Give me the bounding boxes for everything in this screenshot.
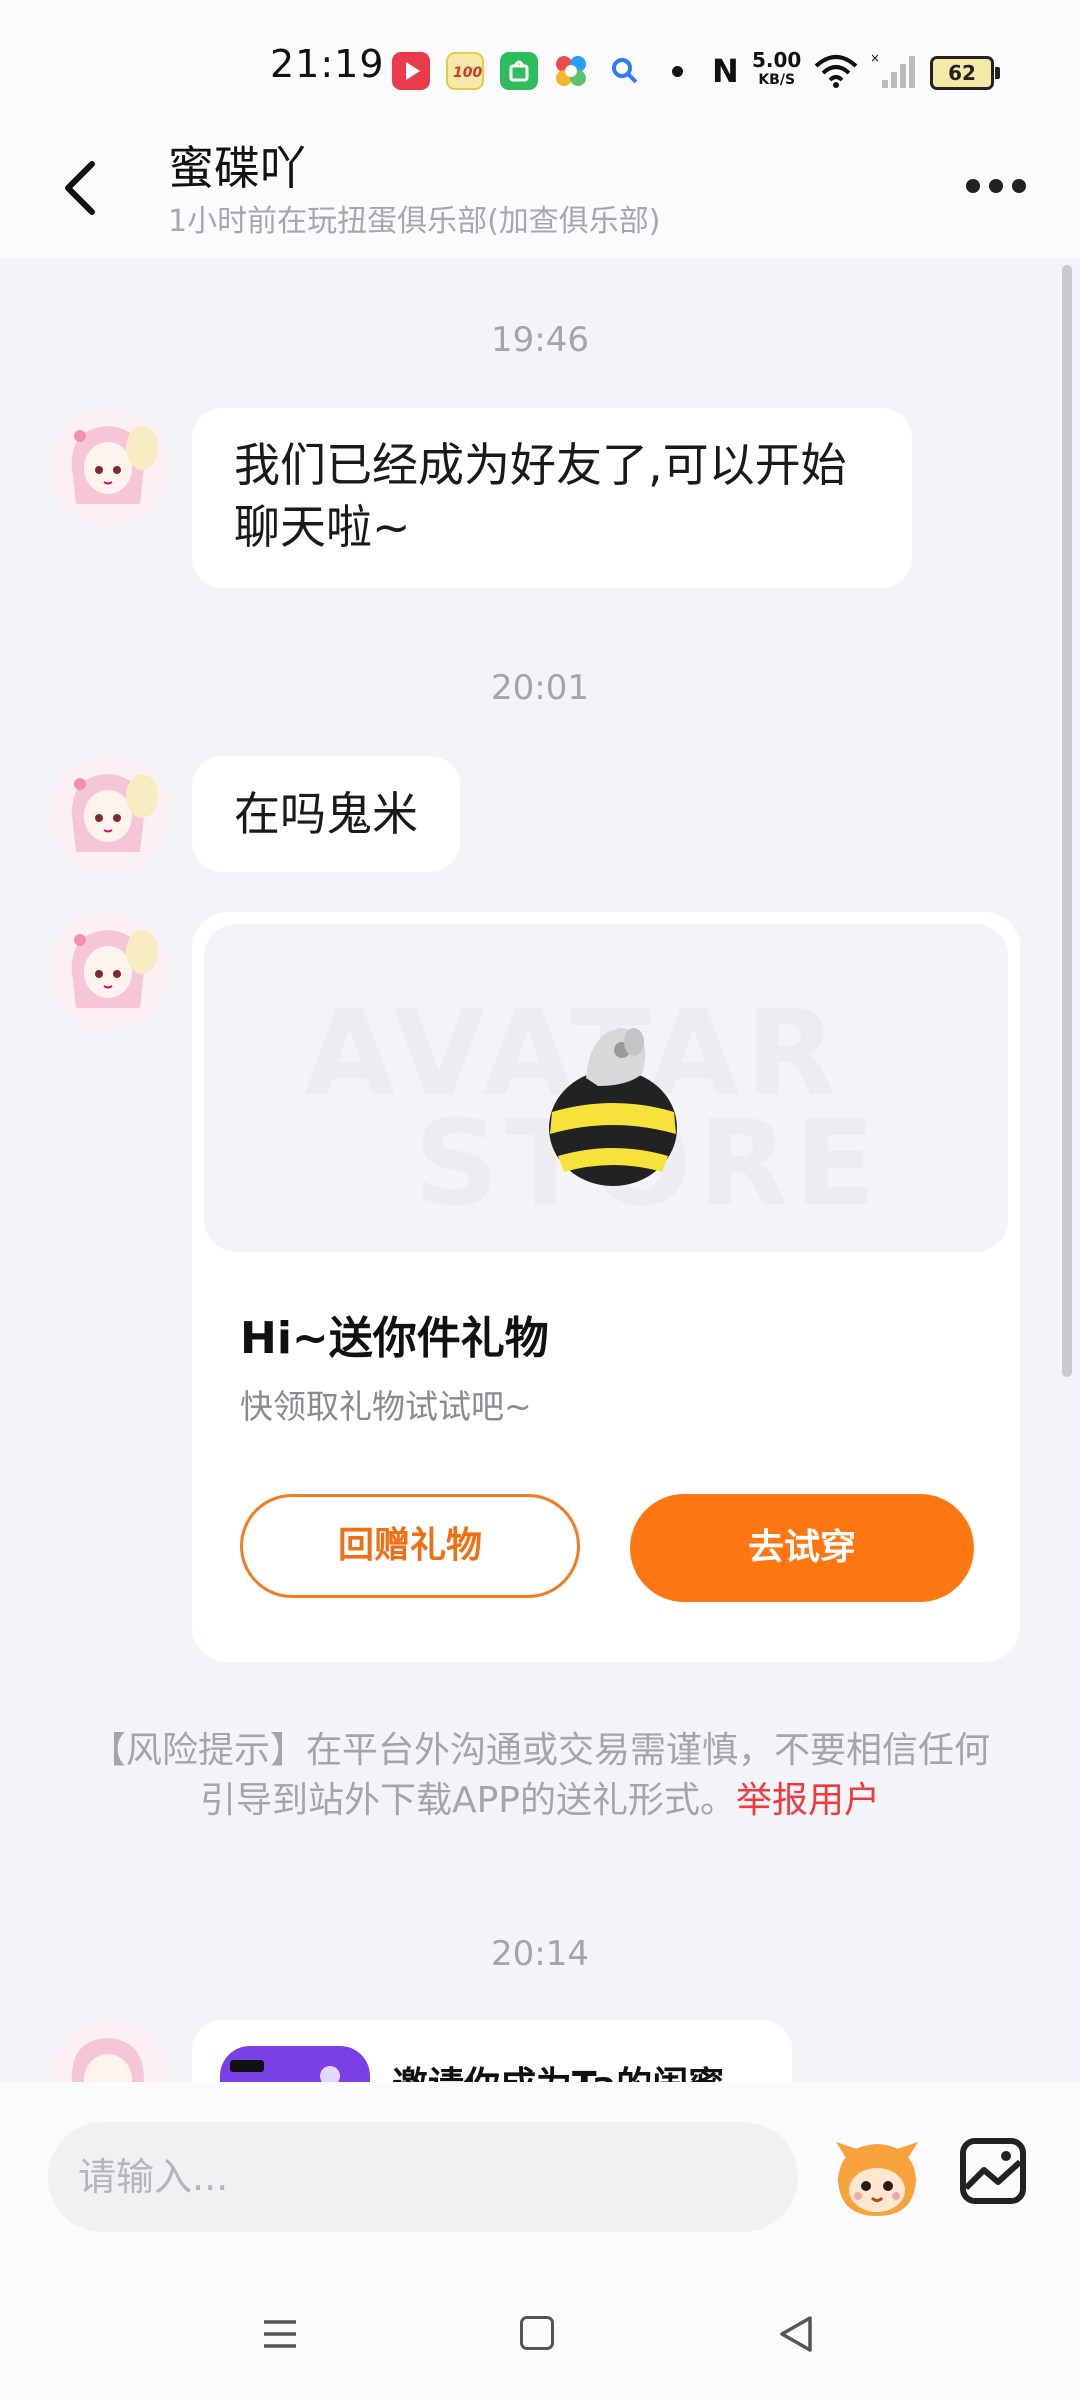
network-speed-value: 5.00 (752, 48, 802, 72)
score-app-icon: 100 (446, 52, 484, 90)
dot-icon (1012, 179, 1026, 193)
message-text-line: 我们已经成为好友了,可以开始 (234, 438, 847, 492)
nav-back-icon[interactable] (776, 2314, 816, 2354)
status-time: 21:19 (270, 42, 385, 86)
recent-apps-icon[interactable] (262, 2316, 298, 2352)
risk-warning-text: 引导到站外下载APP的送礼形式。 (199, 1780, 737, 1821)
report-user-link[interactable]: 举报用户 (736, 1780, 880, 1821)
invite-card[interactable]: 邀请你成为Ta的闺蜜 (192, 2020, 792, 2082)
gift-image[interactable]: AVATAR STORE (204, 924, 1008, 1252)
battery-icon: 62 (930, 56, 1000, 90)
network-speed: 5.00 KB/S (752, 50, 801, 90)
contact-name: 蜜碟吖 (168, 141, 306, 195)
dot-icon (989, 179, 1003, 193)
gift-card[interactable]: AVATAR STORE Hi~送你件礼物 快领取礼物试试吧~ 回赠礼物 去试穿 (192, 912, 1020, 1662)
browser-app-icon (552, 52, 590, 90)
message-input[interactable]: 请输入... (48, 2122, 798, 2232)
try-on-button[interactable]: 去试穿 (630, 1494, 974, 1602)
back-arrow-icon[interactable] (58, 158, 102, 218)
shop-app-icon (500, 52, 538, 90)
return-gift-button[interactable]: 回赠礼物 (240, 1494, 580, 1598)
message-text: 在吗鬼米 (234, 787, 418, 841)
video-app-icon (392, 52, 430, 90)
gift-card-title: Hi~送你件礼物 (240, 1313, 549, 1364)
timestamp: 20:14 (491, 1934, 589, 1974)
timestamp: 19:46 (491, 320, 589, 360)
chat-area[interactable]: 19:46 我们已经成为好友了,可以开始 聊天啦~ 20:01 在吗鬼米 AVA… (0, 258, 1080, 2082)
scrollbar[interactable] (1062, 265, 1072, 1377)
avatar[interactable] (50, 912, 168, 1030)
image-picker-icon[interactable] (958, 2136, 1028, 2206)
avatar[interactable] (50, 756, 168, 874)
network-speed-unit: KB/S (758, 72, 796, 88)
avatar[interactable] (50, 2020, 168, 2082)
signal-icon: × (870, 52, 915, 88)
message-bubble[interactable]: 在吗鬼米 (192, 756, 460, 872)
invite-text: 邀请你成为Ta的闺蜜 (392, 2056, 724, 2082)
gift-card-subtitle: 快领取礼物试试吧~ (240, 1387, 532, 1426)
risk-warning-line2: 引导到站外下载APP的送礼形式。举报用户 (60, 1776, 1020, 1826)
bee-plush-icon (549, 1028, 677, 1186)
notification-dot-icon (672, 66, 683, 77)
svg-text:×: × (870, 52, 880, 65)
more-options-button[interactable] (966, 168, 1026, 204)
risk-warning-line: 【风险提示】在平台外沟通或交易需谨慎，不要相信任何 (89, 1730, 990, 1771)
nfc-icon: N (712, 52, 739, 90)
message-text-line: 聊天啦~ (234, 500, 411, 554)
avatar[interactable] (50, 408, 168, 526)
emoji-sticker-icon[interactable] (830, 2136, 924, 2220)
svg-text:100: 100 (453, 65, 482, 81)
timestamp: 20:01 (491, 668, 589, 708)
wifi-icon (814, 55, 858, 88)
risk-warning: 【风险提示】在平台外沟通或交易需谨慎，不要相信任何 引导到站外下载APP的送礼形… (60, 1726, 1020, 1826)
status-bar: 21:19 100 N 5.00 KB/S × 62 (0, 0, 1080, 130)
home-icon[interactable] (520, 2316, 554, 2350)
message-bubble[interactable]: 我们已经成为好友了,可以开始 聊天啦~ (192, 408, 912, 588)
invite-image (220, 2046, 370, 2082)
search-app-icon (606, 52, 644, 90)
dot-icon (966, 179, 980, 193)
contact-status: 1小时前在玩扭蛋俱乐部(加查俱乐部) (168, 204, 661, 239)
